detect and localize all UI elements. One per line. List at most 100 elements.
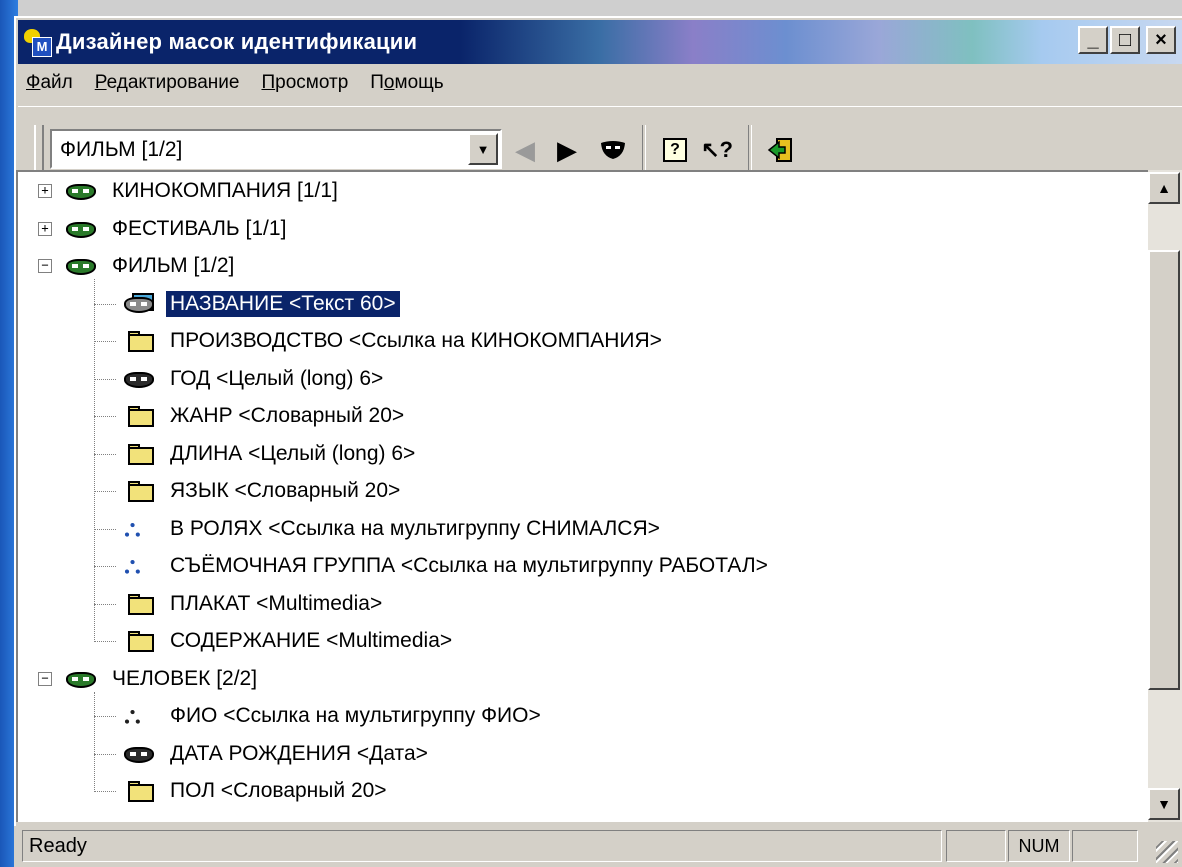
multigroup-icon: ⛬: [124, 514, 141, 542]
tree-root-item[interactable]: ФИЛЬМ [1/2]: [66, 249, 238, 283]
tree-field-item[interactable]: ДЛИНА <Целый (long) 6>: [124, 437, 419, 471]
tree-root-item[interactable]: КИНОКОМПАНИЯ [1/1]: [66, 174, 342, 208]
tree-item-label: СОДЕРЖАНИЕ <Multimedia>: [170, 629, 453, 652]
expand-plus-icon[interactable]: +: [38, 184, 52, 198]
vertical-scrollbar[interactable]: ▲ ▼: [1148, 170, 1182, 822]
tree-field-item[interactable]: ГОД <Целый (long) 6>: [124, 362, 387, 396]
folder-icon: [124, 328, 156, 354]
menu-view[interactable]: Просмотр: [261, 72, 348, 94]
tree-field-item[interactable]: ДАТА РОЖДЕНИЯ <Дата>: [124, 737, 432, 771]
tree-connector: [94, 528, 116, 530]
mask-tree[interactable]: + КИНОКОМПАНИЯ [1/1] + ФЕСТИВАЛЬ [1/1] − ФИЛЬ…: [16, 170, 1148, 822]
tree-connector: [94, 791, 116, 792]
help-icon[interactable]: ?: [658, 133, 692, 167]
tree-connector: [94, 753, 116, 755]
status-cell-empty: [946, 830, 1006, 862]
mask-icon: [124, 741, 156, 767]
tree-connector: [94, 716, 116, 717]
folder-icon: [124, 441, 156, 467]
toolbar-separator: [748, 125, 752, 171]
toolbar-separator: [642, 125, 646, 171]
status-num: NUM: [1008, 830, 1070, 862]
tree-field-item[interactable]: ⛬ В РОЛЯХ <Ссылка на мультигруппу СНИМАЛС…: [124, 512, 664, 546]
close-button[interactable]: ×: [1146, 26, 1176, 54]
menu-help[interactable]: Помощь: [370, 72, 443, 94]
resize-grip[interactable]: [1156, 841, 1178, 863]
mask-icon: [66, 253, 98, 279]
chevron-down-icon[interactable]: ▼: [468, 133, 498, 165]
tree-item-label: ПОЛ <Словарный 20>: [170, 779, 387, 802]
mask-icon: [66, 666, 98, 692]
multigroup-icon: ⛬: [124, 702, 141, 729]
folder-icon: [124, 591, 156, 617]
back-arrow-icon[interactable]: ◀: [508, 133, 542, 167]
tree-field-item[interactable]: ⛬ ФИО <Ссылка на мультигруппу ФИО>: [124, 699, 545, 733]
folder-icon: [124, 403, 156, 429]
tree-item-label: КИНОКОМПАНИЯ [1/1]: [112, 179, 338, 202]
expand-plus-icon[interactable]: +: [38, 221, 52, 236]
tree-item-label: В РОЛЯХ <Ссылка на мультигруппу СНИМАЛСЯ…: [170, 516, 660, 540]
folder-icon: [124, 478, 156, 504]
mask-icon: [124, 291, 156, 317]
tree-connector: [94, 279, 95, 642]
tree-connector: [94, 416, 116, 417]
tree-item-label-selected: НАЗВАНИЕ <Текст 60>: [165, 289, 401, 318]
tree-item-label: ФИЛЬМ [1/2]: [112, 254, 235, 277]
tree-item-label: ФЕСТИВАЛЬ [1/1]: [112, 216, 287, 240]
tree-connector: [94, 566, 116, 567]
maximize-button[interactable]: □: [1110, 26, 1140, 54]
tree-root-item[interactable]: ЧЕЛОВЕК [2/2]: [66, 662, 261, 696]
toolbar-grip[interactable]: [34, 125, 44, 171]
tree-connector: [94, 603, 116, 605]
tree-connector: [94, 641, 116, 642]
mask-icon[interactable]: [596, 133, 630, 167]
scroll-up-arrow-icon[interactable]: ▲: [1148, 172, 1180, 204]
minimize-button[interactable]: _: [1078, 26, 1108, 54]
collapse-minus-icon[interactable]: −: [38, 259, 52, 273]
menu-edit[interactable]: Редактирование: [95, 72, 240, 94]
context-help-icon[interactable]: ↖?: [700, 133, 734, 167]
scroll-thumb[interactable]: [1148, 250, 1180, 690]
app-window: M Дизайнер масок идентификации _ □ × Фай…: [0, 0, 1182, 867]
tree-field-item[interactable]: ЖАНР <Словарный 20>: [124, 399, 408, 433]
folder-icon: [124, 628, 156, 654]
tree-field-item[interactable]: ПРОИЗВОДСТВО <Ссылка на КИНОКОМПАНИЯ>: [124, 324, 666, 358]
tree-item-label: ПРОИЗВОДСТВО <Ссылка на КИНОКОМПАНИЯ>: [170, 329, 662, 352]
tree-field-item[interactable]: ПЛАКАТ <Multimedia>: [124, 587, 386, 621]
window-title: Дизайнер масок идентификации: [56, 29, 418, 54]
exit-icon[interactable]: [764, 133, 798, 167]
tree-field-item[interactable]: ⛬ СЪЁМОЧНАЯ ГРУППА <Ссылка на мультигрупп…: [124, 549, 772, 583]
forward-arrow-icon[interactable]: ▶: [550, 133, 584, 167]
menu-bar: Файл Редактирование Просмотр Помощь: [26, 68, 444, 98]
tree-item-label: ЧЕЛОВЕК [2/2]: [112, 666, 258, 690]
folder-icon: [124, 778, 156, 804]
tree-connector: [94, 491, 116, 492]
mask-icon: [66, 178, 98, 204]
tree-field-item[interactable]: ЯЗЫК <Словарный 20>: [124, 474, 404, 508]
window-controls: _ □ ×: [1078, 26, 1176, 54]
title-bar[interactable]: M Дизайнер масок идентификации _ □ ×: [18, 20, 1182, 64]
mask-select-combo[interactable]: ФИЛЬМ [1/2] ▼: [50, 129, 502, 169]
tree-item-label: ДЛИНА <Целый (long) 6>: [170, 441, 416, 465]
tree-connector: [94, 378, 116, 380]
scroll-down-arrow-icon[interactable]: ▼: [1148, 788, 1180, 820]
tree-field-item[interactable]: НАЗВАНИЕ <Текст 60>: [124, 287, 401, 321]
combo-value: ФИЛЬМ [1/2]: [60, 138, 183, 161]
collapse-minus-icon[interactable]: −: [38, 671, 52, 686]
tree-item-label: ДАТА РОЖДЕНИЯ <Дата>: [170, 741, 428, 765]
status-bar: Ready NUM: [14, 826, 1182, 867]
tree-root-item[interactable]: ФЕСТИВАЛЬ [1/1]: [66, 212, 290, 246]
tree-item-label: ФИО <Ссылка на мультигруппу ФИО>: [170, 704, 541, 727]
tree-connector: [94, 341, 116, 342]
tree-connector: [94, 453, 116, 455]
tree-item-label: ГОД <Целый (long) 6>: [170, 366, 384, 390]
tree-field-item[interactable]: ПОЛ <Словарный 20>: [124, 774, 391, 808]
tree-field-item[interactable]: СОДЕРЖАНИЕ <Multimedia>: [124, 624, 456, 658]
tree-connector: [94, 691, 95, 792]
tree-item-label: СЪЁМОЧНАЯ ГРУППА <Ссылка на мультигруппу…: [170, 554, 768, 577]
tree-connector: [94, 303, 116, 305]
multigroup-icon: ⛬: [124, 552, 141, 579]
tree-item-label: ЯЗЫК <Словарный 20>: [170, 479, 401, 502]
tree-item-label: ЖАНР <Словарный 20>: [170, 404, 405, 427]
menu-file[interactable]: Файл: [26, 72, 73, 94]
